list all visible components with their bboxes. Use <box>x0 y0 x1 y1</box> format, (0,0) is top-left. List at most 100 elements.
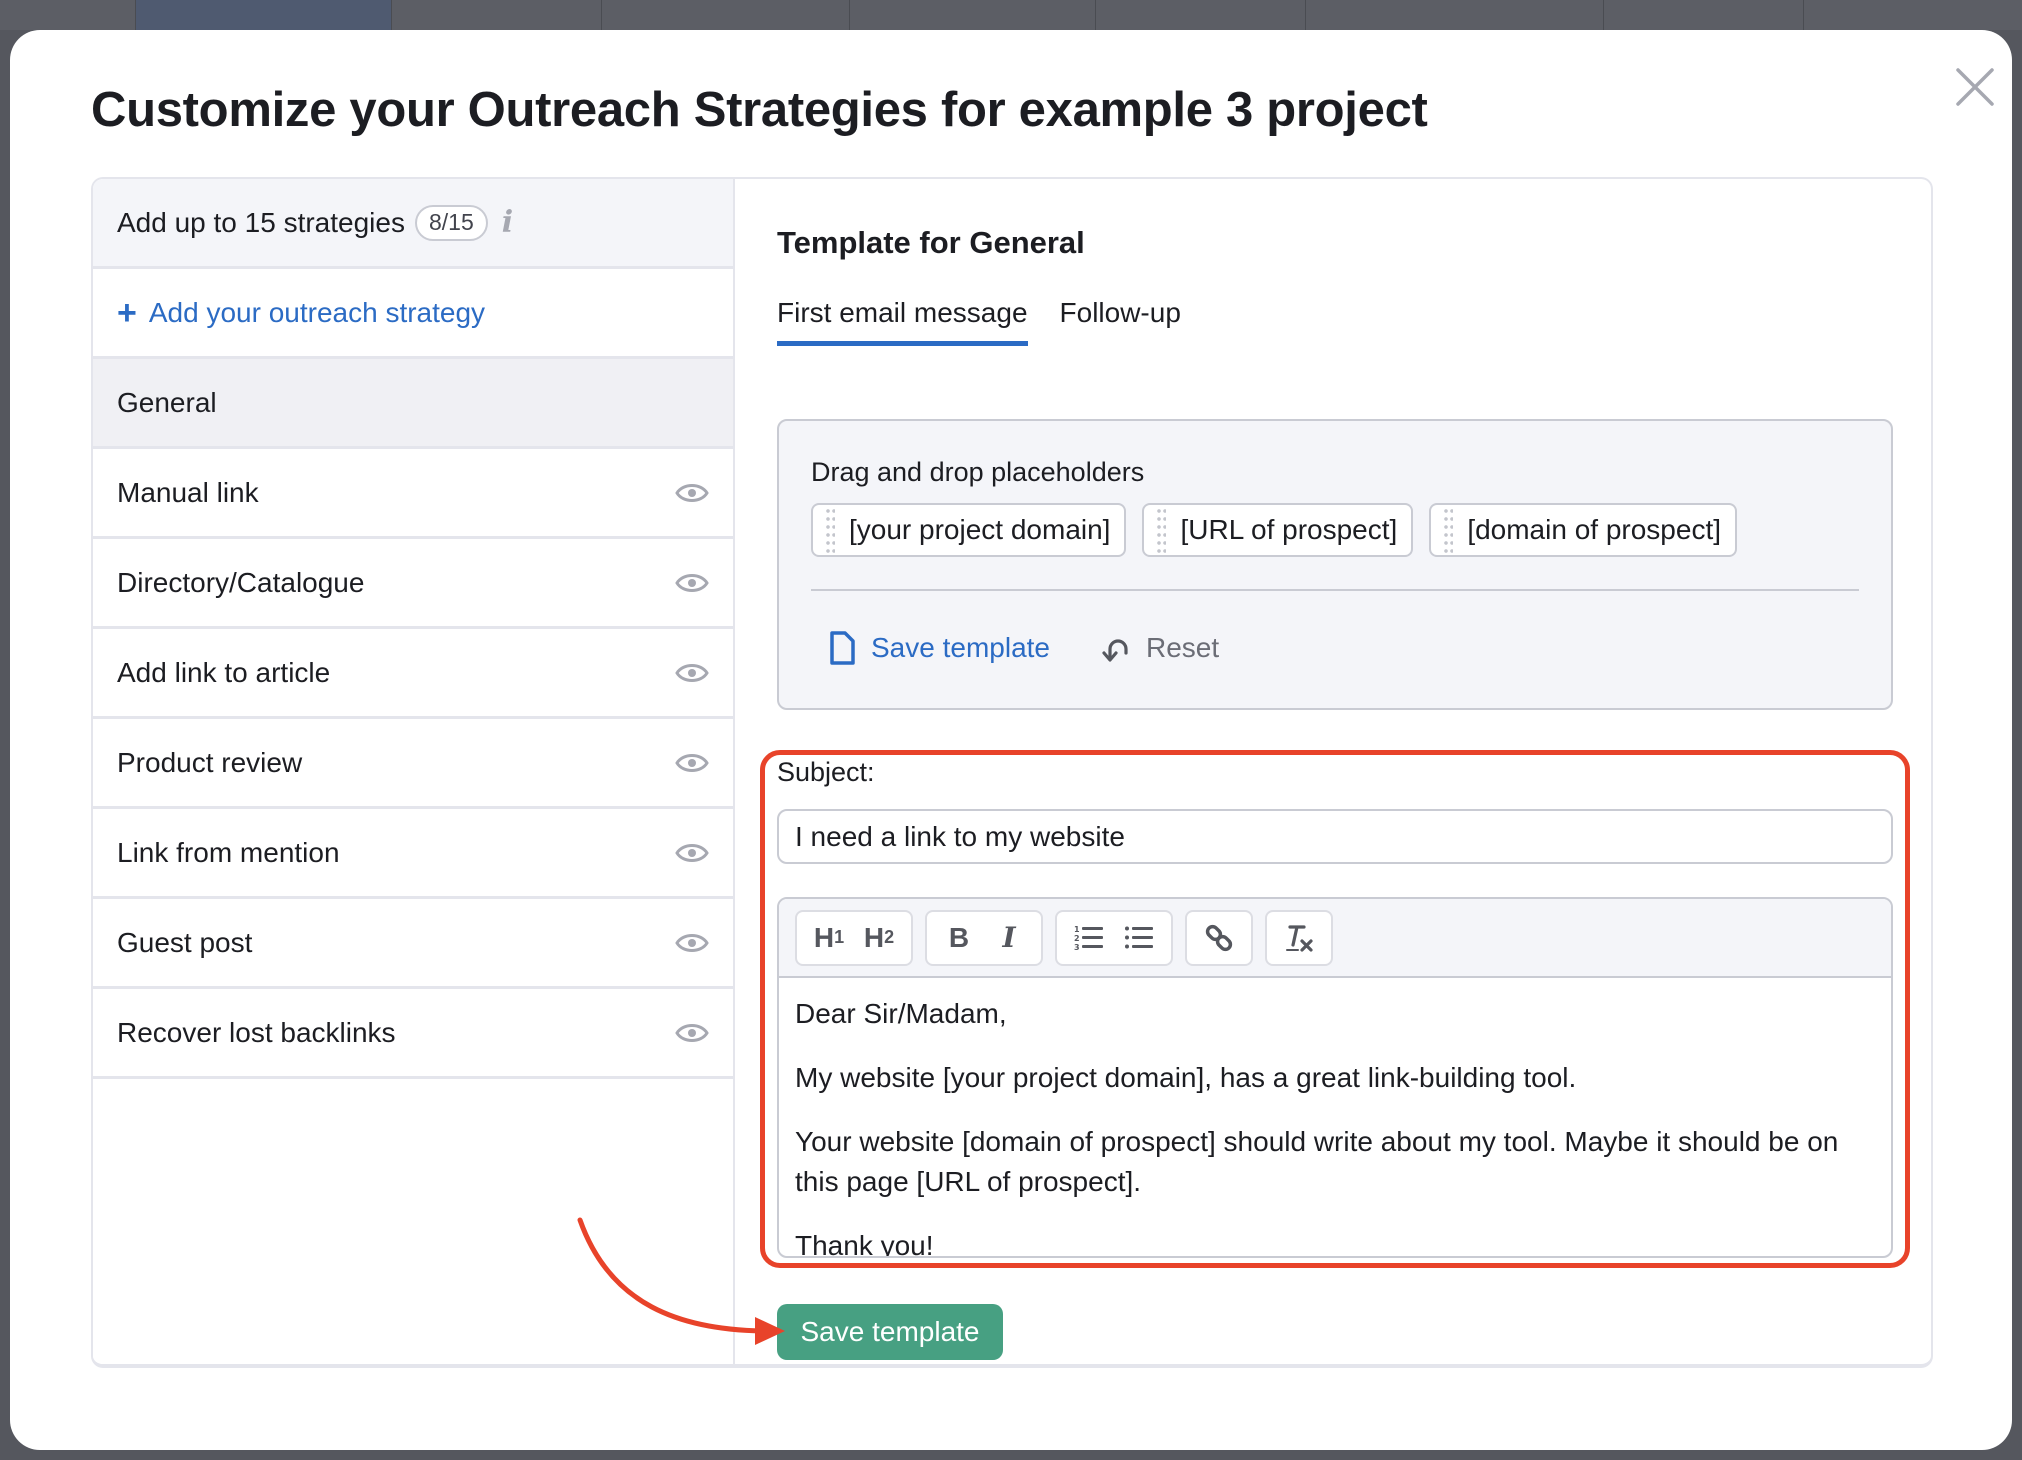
list-group: 1 2 3 <box>1055 909 1173 966</box>
strategy-item[interactable]: Add link to article <box>93 629 733 719</box>
tab-follow-up[interactable]: Follow-up <box>1060 297 1181 346</box>
strategies-count-badge: 8/15 <box>414 204 488 241</box>
strategy-item[interactable]: General <box>93 359 733 449</box>
clear-formatting-button[interactable] <box>1277 916 1321 960</box>
svg-text:3: 3 <box>1074 943 1080 952</box>
strategy-item[interactable]: Guest post <box>93 899 733 989</box>
strategy-item[interactable]: Recover lost backlinks <box>93 989 733 1079</box>
editor-toolbar: H1 H2 B I 1 2 3 <box>779 899 1891 978</box>
bold-button[interactable]: B <box>937 916 981 960</box>
placeholder-actions: Save template Reset <box>829 631 1219 665</box>
body-paragraph: My website [your project domain], has a … <box>795 1062 1577 1093</box>
placeholders-label: Drag and drop placeholders <box>811 457 1145 487</box>
strategy-label: Add link to article <box>117 656 331 688</box>
strategies-header: Add up to 15 strategies 8/15 i <box>93 179 733 269</box>
clear-format-group <box>1265 909 1333 966</box>
svg-text:2: 2 <box>1074 934 1080 943</box>
subject-input[interactable] <box>777 809 1893 864</box>
strategy-label: General <box>117 386 217 418</box>
template-editor-panel: Template for General First email message… <box>735 179 1931 1364</box>
ordered-list-icon: 1 2 3 <box>1074 925 1103 952</box>
strategies-sidebar: Add up to 15 strategies 8/15 i + Add you… <box>93 179 735 1364</box>
document-icon <box>830 631 855 665</box>
strategy-label: Product review <box>117 746 303 778</box>
background-tab <box>1306 0 1604 30</box>
tab-first-email[interactable]: First email message <box>777 297 1028 346</box>
background-tab-strip <box>0 0 2022 30</box>
placeholder-chip-url-of-prospect[interactable]: [URL of prospect] <box>1142 503 1414 557</box>
modal-content: Add up to 15 strategies 8/15 i + Add you… <box>91 177 1933 1368</box>
strategies-limit-label: Add up to 15 strategies <box>117 206 405 238</box>
heading-2-button[interactable]: H2 <box>857 916 901 960</box>
heading-group: H1 H2 <box>795 909 913 966</box>
bullet-list-button[interactable] <box>1117 916 1161 960</box>
strategy-item[interactable]: Directory/Catalogue <box>93 539 733 629</box>
divider <box>811 589 1859 591</box>
italic-button[interactable]: I <box>987 916 1031 960</box>
undo-icon <box>1102 639 1128 662</box>
strategy-label: Manual link <box>117 476 259 508</box>
clear-format-icon <box>1286 924 1313 952</box>
strategy-label: Guest post <box>117 926 253 958</box>
eye-icon[interactable] <box>675 661 709 685</box>
link-group <box>1185 909 1253 966</box>
subject-label: Subject: <box>777 757 875 787</box>
modal-title: Customize your Outreach Strategies for e… <box>91 83 1428 137</box>
save-template-button[interactable]: Save template <box>777 1304 1003 1360</box>
drag-handle-icon <box>1443 507 1454 553</box>
eye-icon[interactable] <box>675 571 709 595</box>
strategy-label: Link from mention <box>117 836 340 868</box>
chip-label: [domain of prospect] <box>1467 514 1722 545</box>
background-tab <box>1604 0 1804 30</box>
info-icon[interactable]: i <box>502 205 513 240</box>
eye-icon[interactable] <box>675 931 709 955</box>
eye-icon[interactable] <box>675 841 709 865</box>
ordered-list-button[interactable]: 1 2 3 <box>1067 916 1111 960</box>
background-tab <box>392 0 602 30</box>
strategy-item[interactable]: Link from mention <box>93 809 733 899</box>
reset-link-label: Reset <box>1146 632 1220 663</box>
email-body-editor: H1 H2 B I 1 2 3 Dear Sir/Madam, My websi… <box>777 897 1893 1258</box>
strategy-item[interactable]: Manual link <box>93 449 733 539</box>
strategy-label: Recover lost backlinks <box>117 1016 396 1048</box>
strategy-item[interactable]: Product review <box>93 719 733 809</box>
add-strategy-label: Add your outreach strategy <box>148 296 486 328</box>
background-tab <box>70 0 136 30</box>
insert-link-button[interactable] <box>1197 916 1241 960</box>
eye-icon[interactable] <box>675 751 709 775</box>
reset-link[interactable]: Reset <box>1100 632 1219 664</box>
close-button[interactable] <box>1954 66 1996 108</box>
bullet-list-icon <box>1125 926 1153 948</box>
customize-strategies-modal: Customize your Outreach Strategies for e… <box>10 30 2012 1450</box>
eye-icon[interactable] <box>675 481 709 505</box>
chip-label: [URL of prospect] <box>1180 514 1398 545</box>
body-paragraph: Your website [domain of prospect] should… <box>795 1126 1839 1197</box>
strategy-list: General Manual link Directory/Catalogue Add… <box>93 359 733 1079</box>
chip-label: [your project domain] <box>849 514 1111 545</box>
email-body-text[interactable]: Dear Sir/Madam, My website [your project… <box>779 978 1891 1256</box>
body-paragraph: Dear Sir/Madam, <box>795 998 1007 1029</box>
body-paragraph: Thank you! <box>795 1230 934 1256</box>
background-tab <box>602 0 850 30</box>
plus-icon: + <box>117 293 137 332</box>
heading-1-button[interactable]: H1 <box>807 916 851 960</box>
background-tab-active <box>136 0 392 30</box>
template-tabs: First email message Follow-up <box>777 297 1181 346</box>
link-icon <box>1205 924 1233 951</box>
add-strategy-link[interactable]: + Add your outreach strategy <box>93 269 733 359</box>
placeholder-chip-domain-of-prospect[interactable]: [domain of prospect] <box>1429 503 1738 557</box>
save-template-link[interactable]: Save template <box>829 631 1050 665</box>
background-tab <box>1096 0 1306 30</box>
placeholder-chip-project-domain[interactable]: [your project domain] <box>811 503 1127 557</box>
template-title: Template for General <box>777 225 1085 260</box>
format-group: B I <box>925 909 1043 966</box>
eye-icon[interactable] <box>675 1021 709 1045</box>
placeholder-chips: [your project domain] [URL of prospect] … <box>811 503 1738 557</box>
close-icon <box>1956 68 1994 106</box>
svg-text:1: 1 <box>1074 925 1080 934</box>
drag-handle-icon <box>1156 507 1167 553</box>
background-tab <box>850 0 1096 30</box>
strategy-label: Directory/Catalogue <box>117 566 365 598</box>
save-template-link-label: Save template <box>871 632 1050 663</box>
drag-handle-icon <box>825 507 835 553</box>
